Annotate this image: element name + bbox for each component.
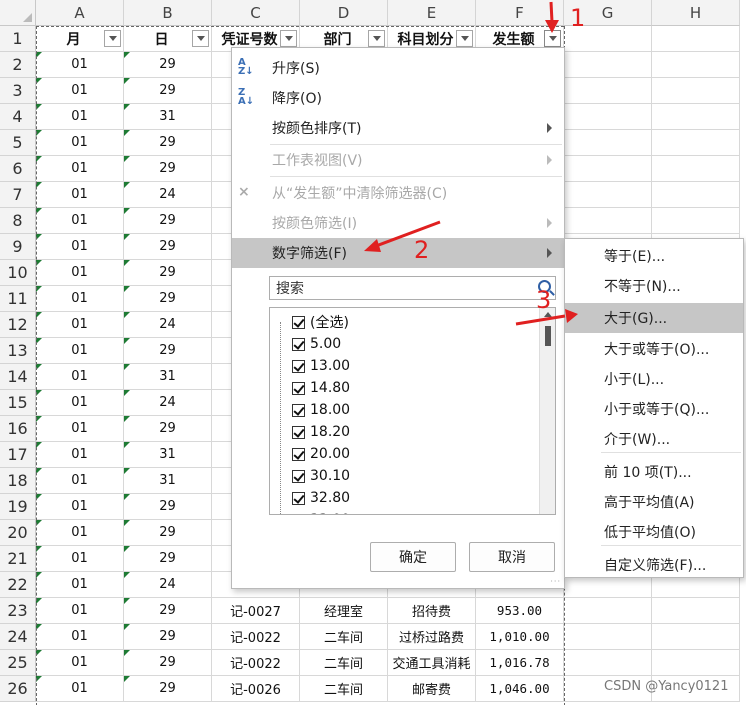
arrow-1-icon bbox=[549, 1, 554, 23]
arrow-1-head-icon bbox=[545, 20, 559, 33]
arrow-3-icon bbox=[515, 314, 566, 326]
annotation-label-1: 1 bbox=[570, 4, 586, 32]
annotation-label-2: 2 bbox=[414, 236, 430, 264]
arrow-2-icon bbox=[375, 220, 441, 248]
arrow-3-head-icon bbox=[565, 309, 578, 323]
annotation-label-3: 3 bbox=[536, 286, 552, 314]
arrow-2-head-icon bbox=[364, 239, 381, 252]
excel-window: A B C D E F G H 1 月日凭证号数 部门 科目划分 发生额 2 01 29 3 01 29 4 01 31 5… bbox=[0, 0, 746, 705]
watermark: CSDN @Yancy0121 bbox=[604, 679, 729, 694]
annotation-arrows bbox=[364, 1, 578, 326]
